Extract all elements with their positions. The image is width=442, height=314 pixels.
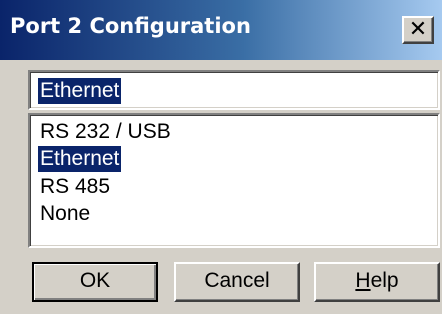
ok-button[interactable]: OK [32, 262, 158, 302]
list-item-none[interactable]: None [38, 201, 92, 227]
close-button[interactable]: ✕ [402, 16, 434, 44]
port-type-input-value: Ethernet [38, 78, 122, 104]
port-configuration-dialog: Port 2 Configuration ✕ Ethernet RS 232 /… [0, 0, 442, 314]
close-icon: ✕ [408, 17, 428, 42]
help-button-label: Help [355, 269, 398, 292]
title-bar[interactable]: Port 2 Configuration ✕ [0, 0, 442, 60]
help-button[interactable]: Help [314, 262, 440, 302]
list-item-ethernet[interactable]: Ethernet [38, 146, 122, 172]
port-type-input[interactable]: Ethernet [28, 70, 440, 110]
help-label-rest: elp [370, 269, 399, 292]
cancel-button[interactable]: Cancel [174, 262, 300, 302]
window-title: Port 2 Configuration [10, 14, 251, 38]
list-item-rs232-usb[interactable]: RS 232 / USB [38, 119, 173, 145]
port-type-listbox[interactable]: RS 232 / USB Ethernet RS 485 None [28, 113, 440, 248]
help-mnemonic: H [355, 269, 371, 292]
list-item-rs485[interactable]: RS 485 [38, 174, 112, 200]
